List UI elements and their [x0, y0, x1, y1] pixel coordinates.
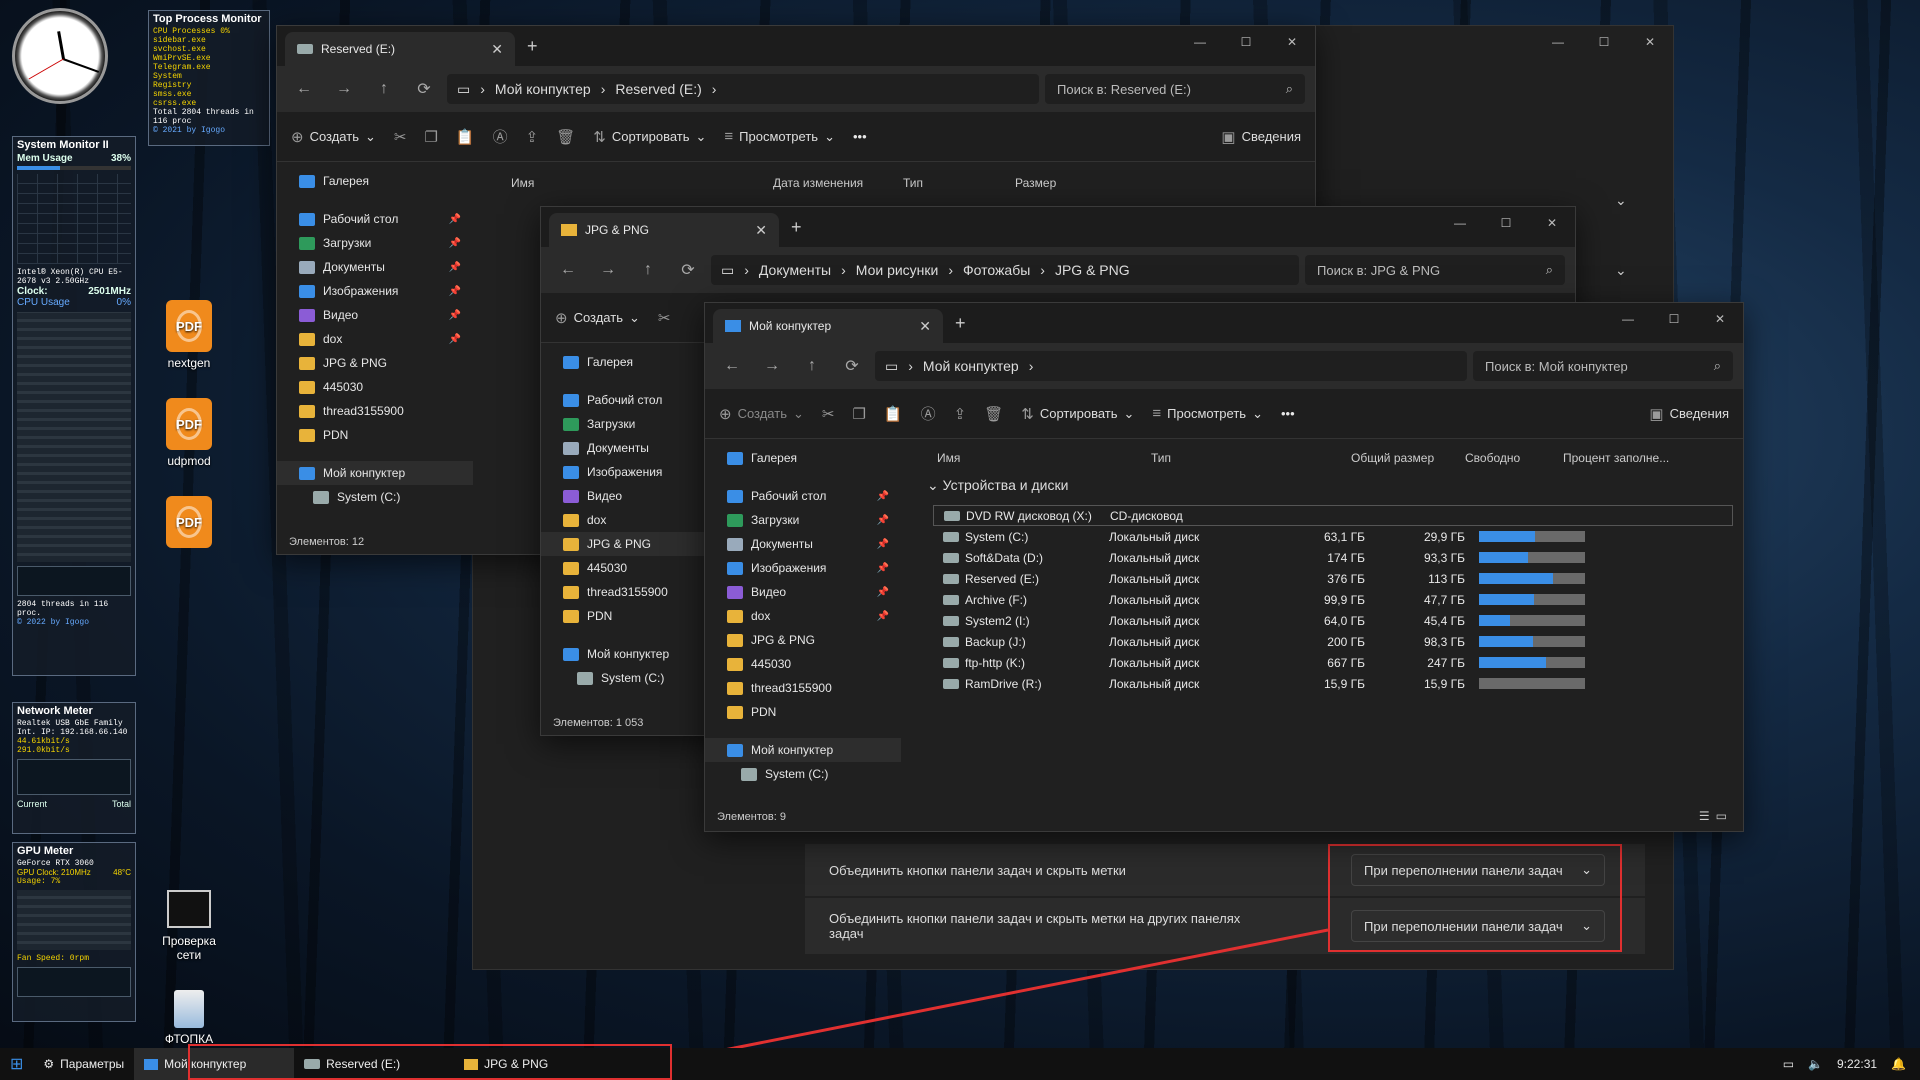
- taskbar-highlight-box: [188, 1044, 672, 1080]
- clock-text[interactable]: 9:22:31: [1837, 1057, 1877, 1071]
- annotation-arrow: [672, 928, 1329, 1066]
- notification-icon[interactable]: 🔔: [1891, 1057, 1906, 1071]
- taskbar-settings[interactable]: ⚙ Параметры: [33, 1048, 134, 1080]
- network-icon[interactable]: ▭: [1783, 1057, 1794, 1071]
- start-button[interactable]: ⊞: [0, 1048, 33, 1080]
- volume-icon[interactable]: 🔈: [1808, 1057, 1823, 1071]
- windows-icon: ⊞: [10, 1056, 24, 1073]
- gear-icon: ⚙: [43, 1057, 55, 1071]
